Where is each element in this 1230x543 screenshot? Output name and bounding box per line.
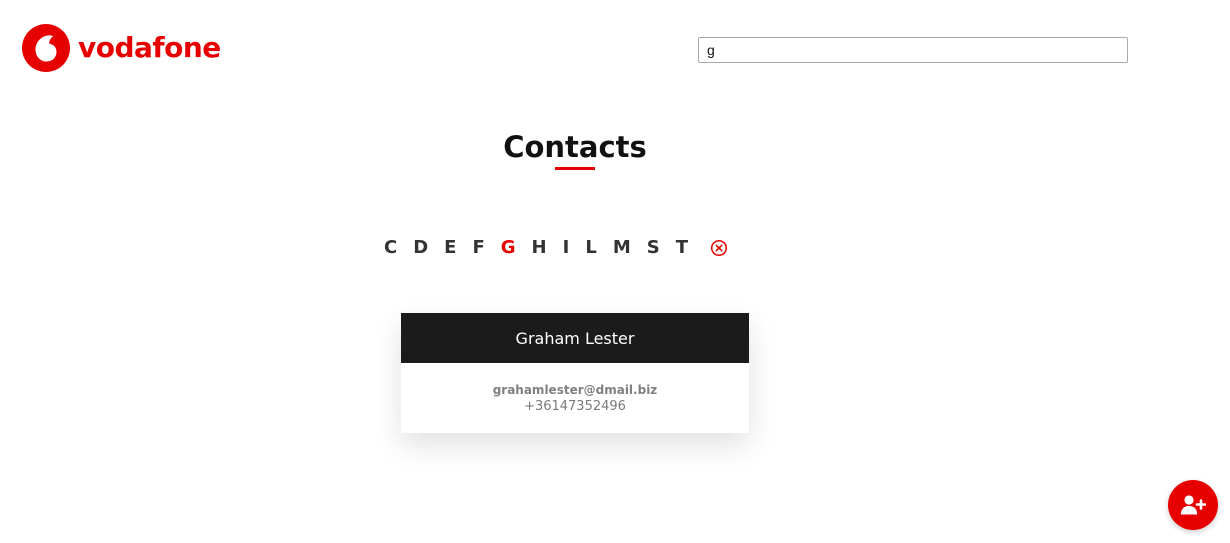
page-heading: Contacts xyxy=(0,130,1150,170)
letter-filter-l[interactable]: L xyxy=(585,236,596,260)
letter-filter-e[interactable]: E xyxy=(444,236,456,260)
page-title: Contacts xyxy=(503,130,647,164)
letter-filter: C D E F G H I L M S T xyxy=(384,236,728,260)
letter-filter-s[interactable]: S xyxy=(647,236,660,260)
letter-filter-c[interactable]: C xyxy=(384,236,397,260)
letter-filter-m[interactable]: M xyxy=(613,236,631,260)
add-user-icon xyxy=(1180,495,1206,515)
title-underline xyxy=(555,166,595,170)
letter-filter-h[interactable]: H xyxy=(532,236,547,260)
letter-filter-f[interactable]: F xyxy=(472,236,484,260)
contact-name: Graham Lester xyxy=(515,328,635,348)
search-input[interactable] xyxy=(698,37,1128,63)
clear-filter-icon[interactable] xyxy=(710,239,728,257)
vodafone-logo[interactable]: vodafone xyxy=(22,24,221,72)
letter-filter-g[interactable]: G xyxy=(501,236,516,260)
vodafone-speechmark-icon xyxy=(22,24,70,72)
contact-phone: +36147352496 xyxy=(524,399,626,414)
contact-email: grahamlester@dmail.biz xyxy=(492,383,658,397)
contact-card[interactable]: Graham Lester grahamlester@dmail.biz +36… xyxy=(401,313,749,433)
brand-name: vodafone xyxy=(78,31,221,64)
letter-filter-t[interactable]: T xyxy=(676,236,688,260)
contact-card-header: Graham Lester xyxy=(401,313,749,363)
contact-card-body: grahamlester@dmail.biz +36147352496 xyxy=(401,363,749,416)
letter-filter-i[interactable]: I xyxy=(563,236,570,260)
contacts-page: vodafone Contacts C D E F G H I L M S T … xyxy=(0,0,1230,543)
add-contact-button[interactable] xyxy=(1168,480,1218,530)
letter-filter-d[interactable]: D xyxy=(413,236,428,260)
